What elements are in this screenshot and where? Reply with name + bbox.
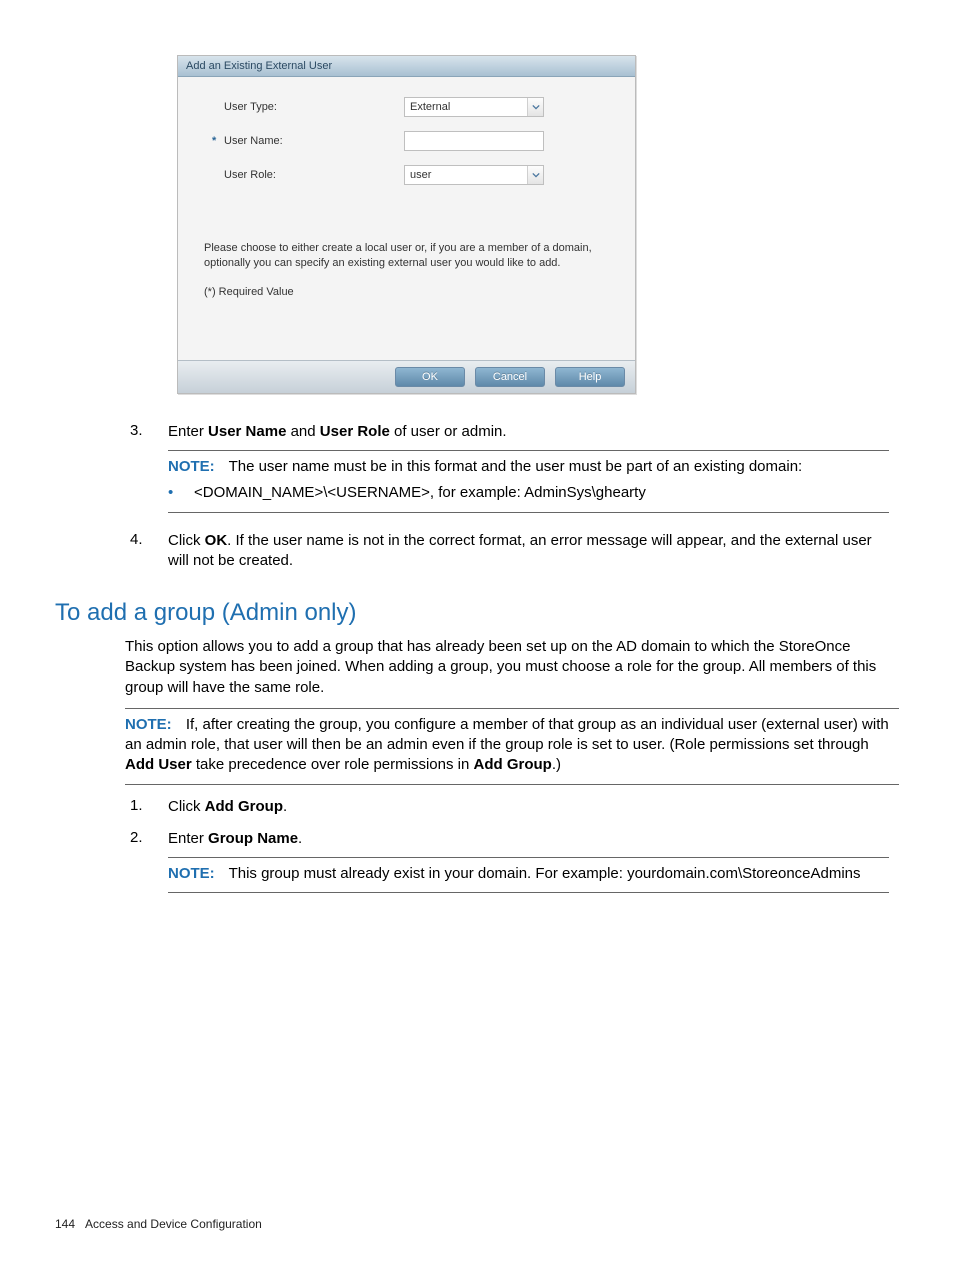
note-label: NOTE: <box>168 458 215 475</box>
note-label: NOTE: <box>168 865 215 882</box>
step-4: 4. Click OK. If the user name is not in … <box>55 531 899 576</box>
user-type-value: External <box>405 98 527 116</box>
ok-button[interactable]: OK <box>395 367 465 387</box>
group-step-2-text: Enter Group Name. <box>168 829 889 849</box>
group-step-2: 2. Enter Group Name. NOTE: This group mu… <box>55 829 899 904</box>
footer-section: Access and Device Configuration <box>85 1217 262 1231</box>
chevron-down-icon[interactable] <box>527 98 543 116</box>
chevron-down-icon[interactable] <box>527 166 543 184</box>
note-label: NOTE: <box>125 716 172 733</box>
dialog-footer: OK Cancel Help <box>178 360 635 393</box>
required-asterisk-icon: * <box>212 135 216 147</box>
note-text: This group must already exist in your do… <box>229 865 861 882</box>
user-type-label: User Type: <box>204 101 404 113</box>
page-number: 144 <box>55 1217 75 1231</box>
required-legend: (*) Required Value <box>204 286 609 298</box>
section-heading: To add a group (Admin only) <box>55 599 899 627</box>
group-intro: This option allows you to add a group th… <box>125 637 899 698</box>
dialog-title: Add an Existing External User <box>178 56 635 77</box>
step-3: 3. Enter User Name and User Role of user… <box>55 422 899 523</box>
user-role-value: user <box>405 166 527 184</box>
step-number: 1. <box>55 797 168 821</box>
note-text: The user name must be in this format and… <box>229 458 803 475</box>
user-role-label: User Role: <box>204 169 404 181</box>
group-step-1-text: Click Add Group. <box>168 797 889 817</box>
page-footer: 144 Access and Device Configuration <box>55 1217 262 1231</box>
step-3-note: NOTE: The user name must be in this form… <box>168 450 889 513</box>
step-4-text: Click OK. If the user name is not in the… <box>168 531 889 572</box>
bullet-icon: • <box>168 483 194 503</box>
step-number: 4. <box>55 531 168 576</box>
user-type-combo[interactable]: External <box>404 97 544 117</box>
group-note: NOTE: If, after creating the group, you … <box>125 708 899 785</box>
user-name-input[interactable] <box>404 131 544 151</box>
add-external-user-dialog: Add an Existing External User User Type:… <box>177 55 636 394</box>
step-3-text: Enter User Name and User Role of user or… <box>168 422 889 442</box>
dialog-instruction: Please choose to either create a local u… <box>204 241 609 272</box>
note-bullet: <DOMAIN_NAME>\<USERNAME>, for example: A… <box>194 483 646 503</box>
user-name-label: User Name: <box>224 135 283 147</box>
user-role-combo[interactable]: user <box>404 165 544 185</box>
cancel-button[interactable]: Cancel <box>475 367 545 387</box>
dialog-body: User Type: External * User Name: <box>178 77 635 360</box>
group-step-2-note: NOTE: This group must already exist in y… <box>168 857 889 893</box>
help-button[interactable]: Help <box>555 367 625 387</box>
step-number: 3. <box>55 422 168 523</box>
group-step-1: 1. Click Add Group. <box>55 797 899 821</box>
step-number: 2. <box>55 829 168 904</box>
